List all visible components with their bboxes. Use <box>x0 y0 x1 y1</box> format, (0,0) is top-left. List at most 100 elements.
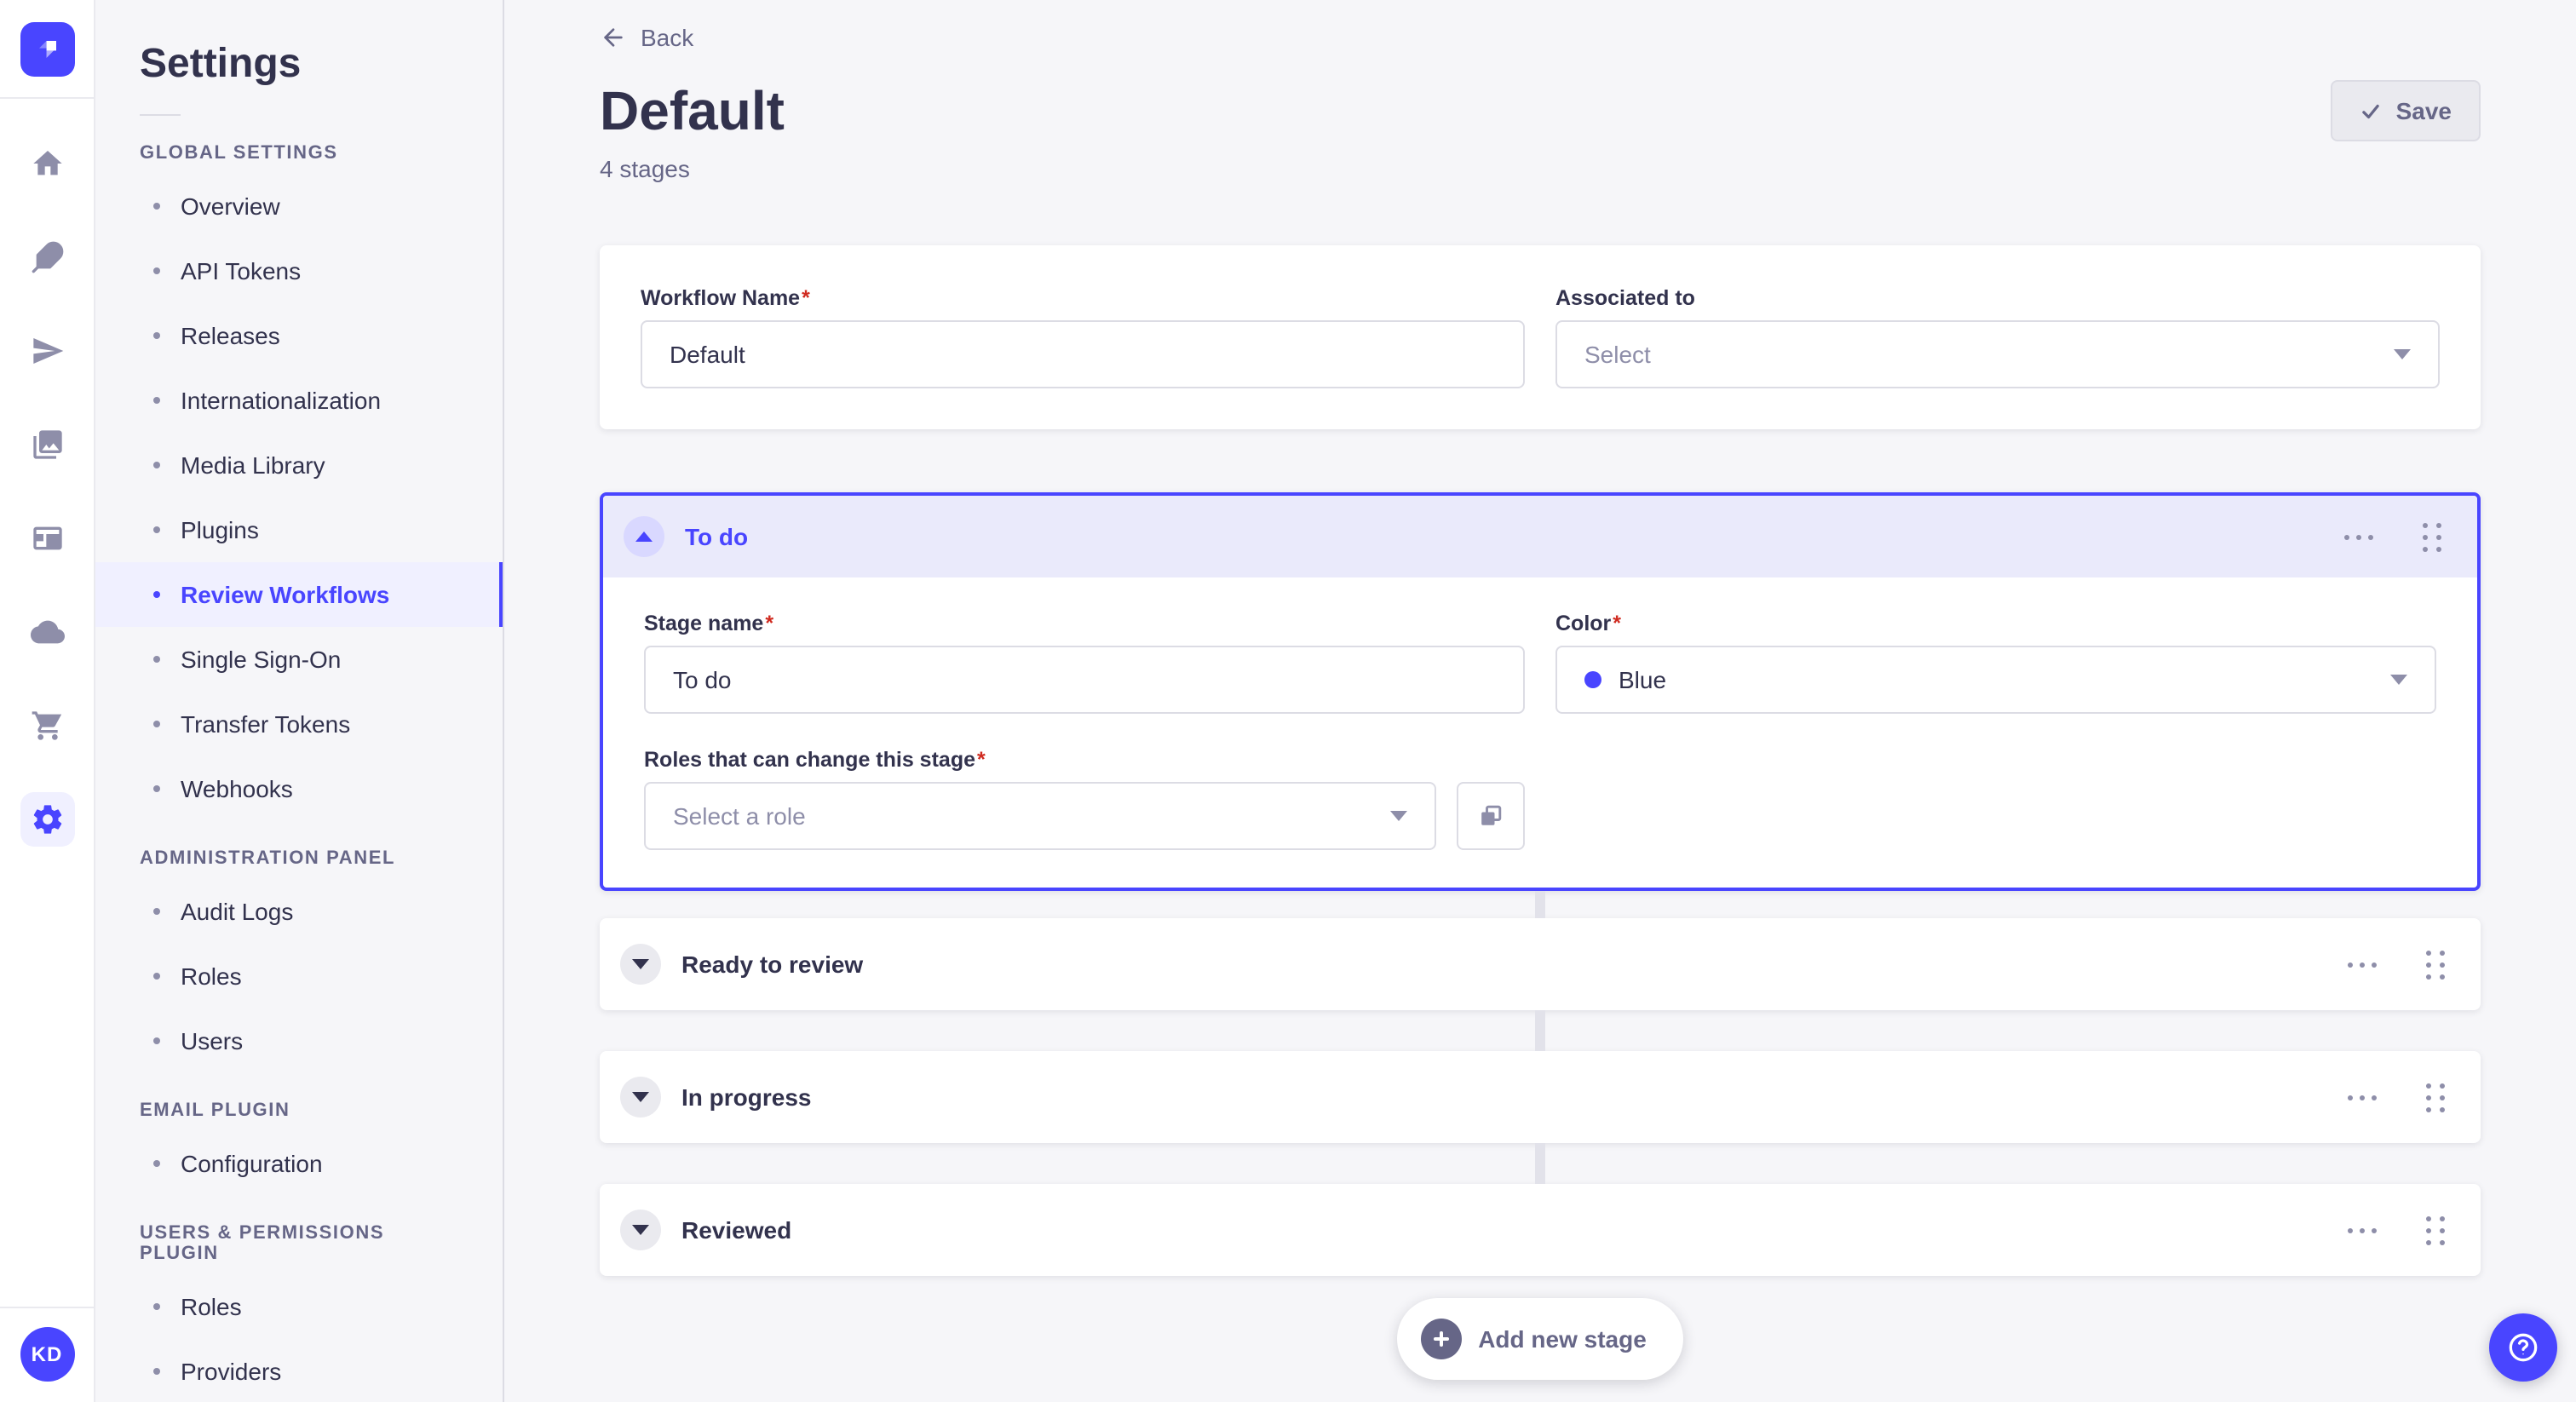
gear-icon[interactable] <box>20 792 74 847</box>
drag-handle-icon[interactable] <box>2421 945 2450 984</box>
stage-title: In progress <box>681 1083 812 1111</box>
stage-row-reviewed: Reviewed <box>600 1184 2481 1276</box>
drag-handle-icon[interactable] <box>2421 1077 2450 1117</box>
bullet-icon <box>153 785 160 792</box>
chevron-down-icon <box>632 959 649 969</box>
stage-name-input[interactable] <box>644 646 1525 714</box>
bullet-icon <box>153 462 160 468</box>
stage-connector <box>600 1010 2481 1051</box>
sidebar-item-label: Audit Logs <box>181 898 294 925</box>
back-link[interactable]: Back <box>600 20 693 55</box>
stage-roles-select[interactable]: Select a role <box>644 782 1436 850</box>
help-button[interactable] <box>2489 1313 2557 1382</box>
sidebar-item-overview[interactable]: Overview <box>95 174 503 238</box>
layout-icon[interactable] <box>20 511 74 566</box>
sidebar-divider <box>140 114 181 116</box>
label-text: Roles that can change this stage <box>644 748 975 772</box>
user-avatar[interactable]: KD <box>20 1327 74 1382</box>
bullet-icon <box>153 1368 160 1375</box>
bullet-icon <box>153 267 160 274</box>
icon-rail: KD <box>0 0 95 1402</box>
sidebar-item-label: Releases <box>181 322 280 349</box>
bullet-icon <box>153 1037 160 1044</box>
cart-icon[interactable] <box>20 698 74 753</box>
stage-row-ready-to-review: Ready to review <box>600 918 2481 1010</box>
stage-header-todo[interactable]: To do <box>603 496 2477 577</box>
page-title: Default <box>600 79 785 141</box>
home-icon[interactable] <box>20 136 74 191</box>
workflow-name-label: Workflow Name * <box>641 286 1525 310</box>
expand-stage-button[interactable] <box>620 1210 661 1250</box>
chevron-down-icon <box>632 1092 649 1102</box>
workflow-name-input[interactable] <box>641 320 1525 388</box>
sidebar-item-label: Webhooks <box>181 775 293 802</box>
drag-handle-icon[interactable] <box>2421 1210 2450 1250</box>
plus-icon <box>1420 1319 1462 1359</box>
sidebar-item-label: Overview <box>181 192 280 220</box>
bullet-icon <box>153 397 160 404</box>
sidebar-item-media-library[interactable]: Media Library <box>95 433 503 497</box>
select-placeholder: Select a role <box>673 802 806 830</box>
section-label-users-permissions-plugin: USERS & PERMISSIONS PLUGIN <box>140 1223 385 1264</box>
collapse-stage-button[interactable] <box>624 516 664 557</box>
strapi-logo[interactable] <box>20 22 74 77</box>
stage-connector <box>600 891 2481 918</box>
stage-row-in-progress: In progress <box>600 1051 2481 1143</box>
ellipsis-icon[interactable] <box>2341 1221 2383 1239</box>
sidebar-item-label: Providers <box>181 1358 282 1385</box>
sidebar-item-audit-logs[interactable]: Audit Logs <box>95 879 503 944</box>
save-label: Save <box>2395 97 2452 124</box>
associated-to-select[interactable]: Select <box>1555 320 2440 388</box>
back-label: Back <box>641 24 694 51</box>
chevron-down-icon <box>632 1225 649 1235</box>
label-text: Workflow Name <box>641 286 801 310</box>
feather-icon[interactable] <box>20 230 74 284</box>
sidebar-item-users[interactable]: Users <box>95 1008 503 1073</box>
stage-color-select[interactable]: Blue <box>1555 646 2436 714</box>
sidebar-item-single-sign-on[interactable]: Single Sign-On <box>95 627 503 692</box>
add-new-stage-button[interactable]: Add new stage <box>1396 1298 1684 1380</box>
ellipsis-icon[interactable] <box>2341 955 2383 974</box>
drag-handle-icon[interactable] <box>2418 517 2447 556</box>
cloud-icon[interactable] <box>20 605 74 659</box>
sidebar-item-plugins[interactable]: Plugins <box>95 497 503 562</box>
sidebar-item-api-tokens[interactable]: API Tokens <box>95 238 503 303</box>
add-stage-label: Add new stage <box>1478 1325 1647 1353</box>
sidebar-item-internationalization[interactable]: Internationalization <box>95 368 503 433</box>
stage-title: Ready to review <box>681 951 864 978</box>
sidebar-item-configuration[interactable]: Configuration <box>95 1131 503 1196</box>
app-root: KD Settings GLOBAL SETTINGS Overview API… <box>0 0 2576 1402</box>
sidebar-item-label: Plugins <box>181 516 259 543</box>
bullet-icon <box>153 591 160 598</box>
workflow-meta-card: Workflow Name* Associated to Select <box>600 245 2481 429</box>
sidebar-item-releases[interactable]: Releases <box>95 303 503 368</box>
sidebar-item-webhooks[interactable]: Webhooks <box>95 756 503 821</box>
color-swatch-blue <box>1584 671 1601 688</box>
required-asterisk: * <box>765 612 774 635</box>
select-placeholder: Select <box>1584 341 1651 368</box>
settings-sidebar: Settings GLOBAL SETTINGS Overview API To… <box>95 0 504 1402</box>
label-text: Color <box>1555 612 1612 635</box>
chevron-up-icon <box>635 531 653 542</box>
expand-stage-button[interactable] <box>620 944 661 985</box>
expand-stage-button[interactable] <box>620 1077 661 1118</box>
sidebar-item-label: Review Workflows <box>181 581 390 608</box>
sidebar-item-transfer-tokens[interactable]: Transfer Tokens <box>95 692 503 756</box>
section-label-global-settings: GLOBAL SETTINGS <box>140 143 338 164</box>
sidebar-item-admin-roles[interactable]: Roles <box>95 944 503 1008</box>
label-text: Associated to <box>1555 286 1695 310</box>
sidebar-item-up-roles[interactable]: Roles <box>95 1274 503 1339</box>
bullet-icon <box>153 1303 160 1310</box>
ellipsis-icon[interactable] <box>2337 527 2380 546</box>
save-button[interactable]: Save <box>2331 80 2481 141</box>
duplicate-stage-button[interactable] <box>1457 782 1525 850</box>
question-mark-icon <box>2509 1333 2538 1362</box>
stage-name-field: Stage name * <box>644 612 1525 714</box>
ellipsis-icon[interactable] <box>2341 1088 2383 1106</box>
sidebar-item-label: Roles <box>181 1293 242 1320</box>
paper-plane-icon[interactable] <box>20 324 74 378</box>
chevron-down-icon <box>1390 811 1407 821</box>
media-library-icon[interactable] <box>20 417 74 472</box>
sidebar-item-providers[interactable]: Providers <box>95 1339 503 1402</box>
sidebar-item-review-workflows[interactable]: Review Workflows <box>95 562 503 627</box>
